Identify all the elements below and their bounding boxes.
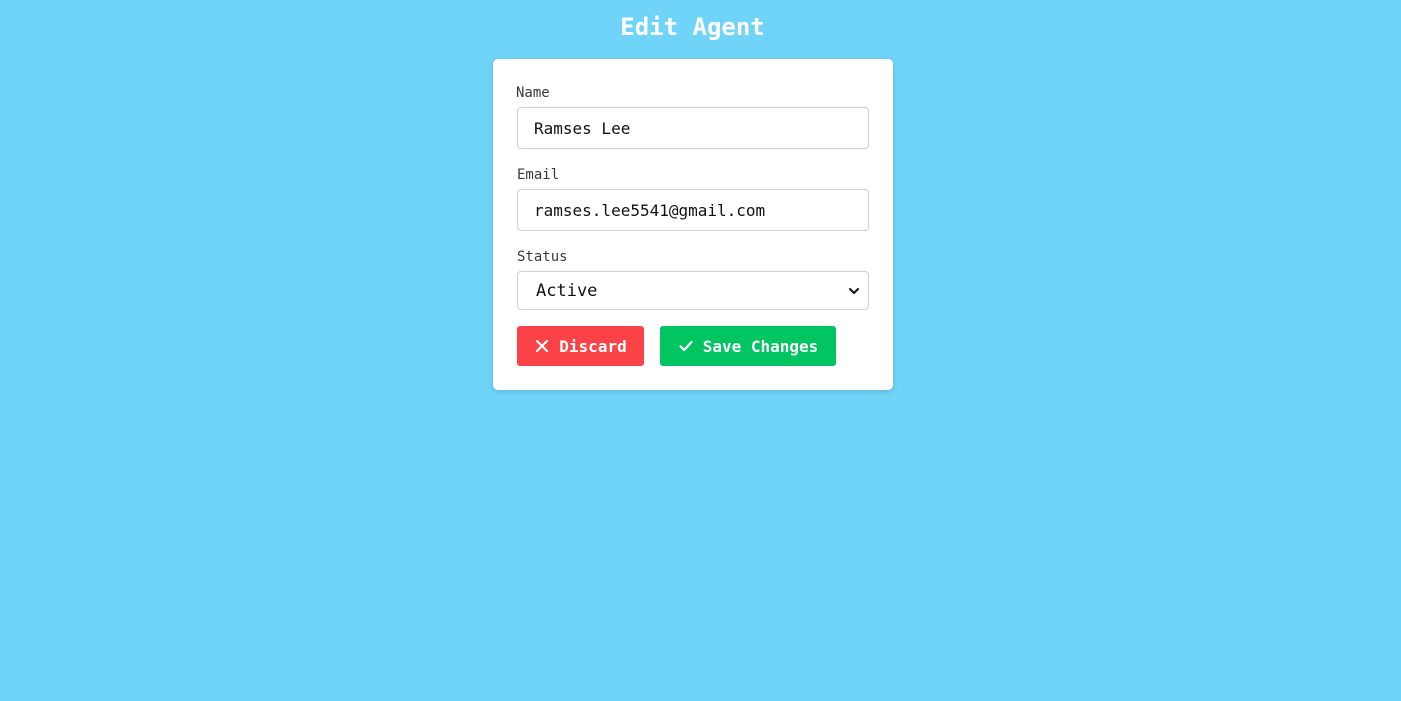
status-label: Status	[517, 249, 568, 265]
close-icon	[534, 338, 550, 354]
discard-button[interactable]: Discard	[517, 326, 644, 366]
chevron-down-icon	[848, 285, 860, 297]
status-selected-value: Active	[536, 280, 598, 301]
save-changes-button-label: Save Changes	[702, 336, 819, 356]
name-label: Name	[516, 85, 550, 101]
save-changes-button[interactable]: Save Changes	[660, 326, 836, 366]
discard-button-label: Discard	[559, 336, 627, 356]
email-label: Email	[517, 167, 560, 183]
email-input[interactable]	[517, 189, 869, 231]
page-title: Edit Agent	[620, 13, 765, 41]
status-select[interactable]: Active	[517, 271, 869, 310]
name-input[interactable]	[517, 107, 869, 149]
check-icon	[678, 338, 694, 354]
edit-agent-form: Name Email Status Active Discard Save Ch…	[493, 59, 893, 390]
